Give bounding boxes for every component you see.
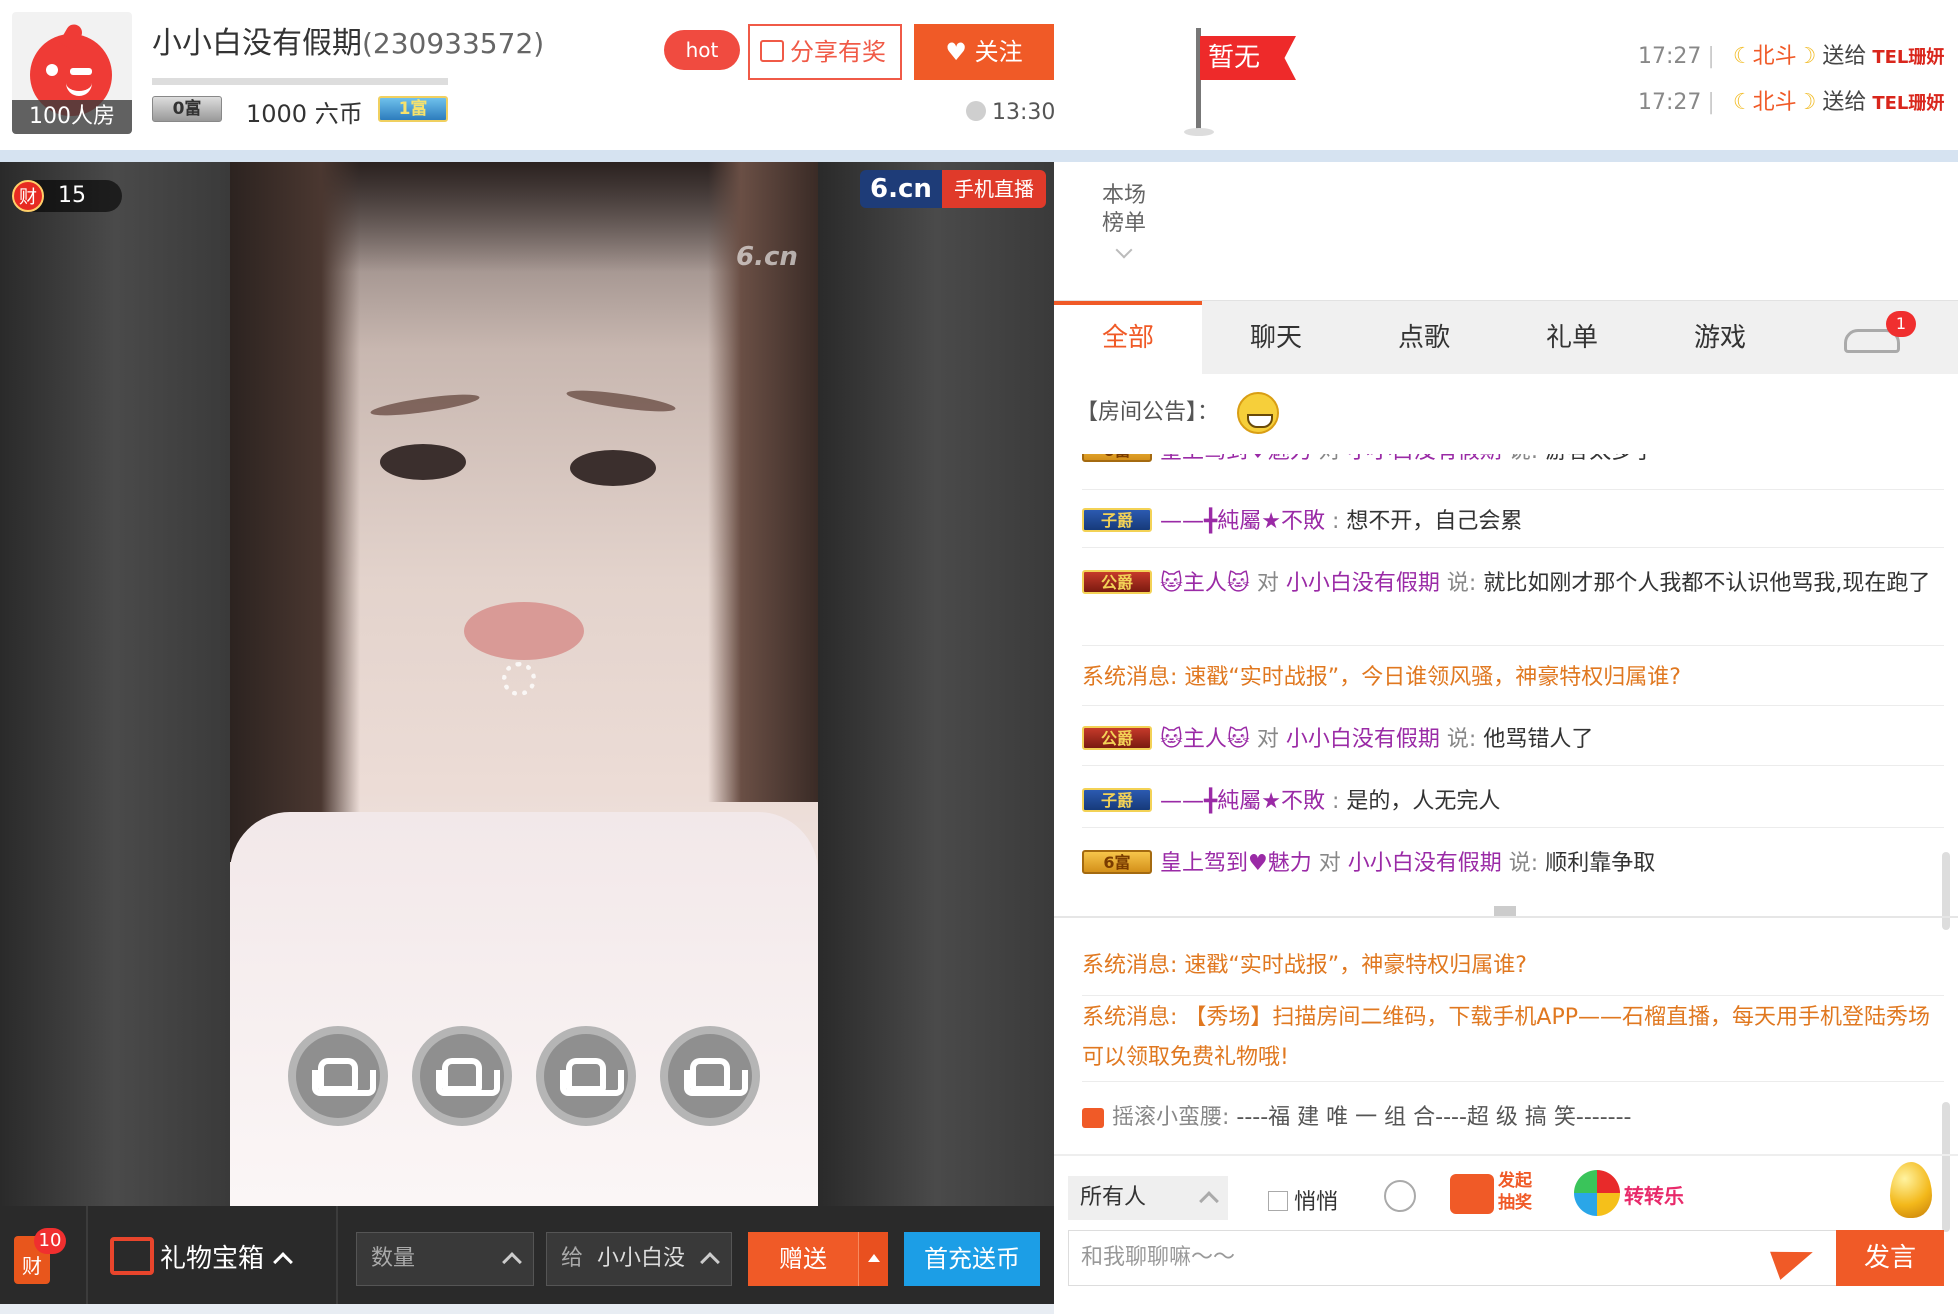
watermark: 6.cn	[736, 242, 798, 272]
tab-gifts[interactable]: 礼单	[1498, 301, 1646, 375]
emoji-icon[interactable]	[1384, 1180, 1416, 1212]
chat-message: 子爵 ——╋純屬★不敗 : 是的，人无完人	[1082, 778, 1944, 828]
coin-count: 1000 六币	[246, 100, 363, 128]
chevron-down-icon	[1115, 241, 1133, 259]
clock-icon	[966, 101, 986, 121]
golden-egg-icon[interactable]	[1890, 1162, 1932, 1218]
first-charge-button[interactable]: 首充送币	[904, 1232, 1040, 1286]
gift-broadcast-item: 17:27 | ☾北斗☽ 送给 TEL珊妍	[1638, 44, 1945, 69]
chevron-up-icon	[273, 1252, 293, 1272]
gift-box-button[interactable]: 礼物宝箱	[110, 1236, 293, 1279]
room-notice: 【房间公告】：	[1076, 392, 1280, 434]
moon-icon: ☾	[1732, 44, 1753, 69]
broadcast-message: 摇滚小蛮腰: ----福 建 唯 一 组 合----超 级 搞 笑-------	[1082, 1098, 1944, 1144]
system-message: 系统消息: 速戳“实时战报”，神豪特权归属谁?	[1082, 946, 1944, 996]
header-divider	[0, 150, 1958, 162]
share-icon	[760, 40, 784, 62]
moon-icon: ☾	[1732, 90, 1753, 115]
whisper-checkbox[interactable]: 悄悄	[1268, 1184, 1338, 1216]
speak-button[interactable]: 发言	[1836, 1230, 1944, 1286]
chevron-up-icon	[700, 1252, 720, 1272]
chat-message: 6富皇上驾到♥魅力 对 小小白没有假期 说: 游客太多了	[1082, 454, 1944, 490]
level-progress	[152, 78, 448, 85]
chat-scrollbar[interactable]	[1942, 852, 1950, 930]
follow-button[interactable]: ♥ 关注	[914, 24, 1054, 80]
tab-all[interactable]: 全部	[1054, 301, 1202, 375]
lottery-button[interactable]: 发起抽奖	[1450, 1170, 1550, 1220]
chat-message: 公爵 🐱主人🐱 对 小小白没有假期 说: 他骂错人了	[1082, 716, 1944, 766]
lottery-icon	[1450, 1174, 1494, 1214]
chevron-up-icon	[502, 1252, 522, 1272]
fortune-badge: 1富	[378, 96, 448, 122]
room-header: 100人房 小小白没有假期(230933572) 0富 1000 六币 1富 h…	[0, 0, 1958, 150]
tab-song[interactable]: 点歌	[1350, 301, 1498, 375]
chat-divider	[1054, 916, 1958, 918]
seat-icon[interactable]	[536, 1026, 636, 1126]
chat-message: 子爵 ——╋純屬★不敗 : 想不开，自己会累	[1082, 498, 1944, 548]
wealth-badge: 10	[34, 1228, 66, 1254]
room-id: (230933572)	[362, 27, 545, 60]
wealth-icon: 财	[12, 180, 44, 212]
tab-games[interactable]: 游戏	[1646, 301, 1794, 375]
send-gift-button[interactable]: 赠送	[748, 1232, 858, 1286]
chat-tabs: 全部 聊天 点歌 礼单 游戏 1	[1054, 300, 1958, 375]
tab-chat[interactable]: 聊天	[1202, 301, 1350, 375]
site-logo: 6.cn 手机直播	[860, 170, 1046, 208]
gift-icon	[110, 1236, 154, 1275]
seat-icon[interactable]	[660, 1026, 760, 1126]
room-size-label: 100人房	[12, 100, 132, 134]
paper-plane-icon[interactable]	[1774, 1244, 1814, 1274]
rank-badge: 0富	[152, 96, 222, 122]
system-message: 系统消息: 速戳“实时战报”，今日谁领风骚，神豪特权归属谁?	[1082, 656, 1944, 706]
chat-input[interactable]: 和我聊聊嘛～～	[1068, 1230, 1888, 1286]
collapse-handle[interactable]	[1494, 906, 1516, 916]
wealth-counter[interactable]: 财 15	[12, 180, 122, 212]
seat-icon[interactable]	[288, 1026, 388, 1126]
loading-spinner-icon	[502, 662, 536, 696]
gift-broadcast-item: 17:27 | ☾北斗☽ 送给 TEL珊妍	[1638, 90, 1945, 115]
seat-icon[interactable]	[412, 1026, 512, 1126]
hot-badge: hot	[664, 30, 740, 70]
chevron-up-icon	[1199, 1191, 1219, 1211]
room-name: 小小白没有假期	[152, 26, 362, 61]
room-title: 小小白没有假期(230933572)	[152, 18, 544, 62]
anchor-avatar[interactable]: 100人房	[12, 12, 132, 134]
megaphone-icon	[1082, 1108, 1104, 1128]
recipient-select[interactable]: 给 小小白没	[546, 1232, 732, 1286]
wheel-icon	[1574, 1170, 1620, 1216]
send-options-toggle[interactable]	[858, 1232, 888, 1286]
quantity-select[interactable]: 数量	[356, 1232, 534, 1286]
system-message: 系统消息: 【秀场】扫描房间二维码，下载手机APP——石榴直播，每天用手机登陆秀…	[1082, 998, 1944, 1082]
gift-toolbar: 财 10 礼物宝箱 数量 给 小小白没 赠送 首充送币	[0, 1206, 1054, 1304]
car-badge: 1	[1886, 311, 1916, 337]
rank-list-toggle[interactable]: 本场 榜单	[1094, 182, 1154, 259]
video-player[interactable]: 6.cn 6.cn 手机直播 财 15	[0, 162, 1054, 1206]
flag-icon[interactable]: 暂无	[1200, 36, 1296, 80]
wheel-game-button[interactable]: 转转乐	[1574, 1170, 1694, 1220]
live-duration: 13:30	[966, 100, 1055, 125]
share-button[interactable]: 分享有奖	[748, 24, 902, 80]
chat-message: 公爵 🐱主人🐱 对 小小白没有假期 说: 就比如刚才那个人我都不认识他骂我,现在跑…	[1082, 558, 1944, 646]
audience-select[interactable]: 所有人	[1068, 1176, 1228, 1220]
chat-tools: 所有人 悄悄 发起抽奖 转转乐	[1054, 1162, 1958, 1222]
grin-emoji-icon	[1237, 392, 1280, 434]
chat-panel: 本场 榜单 全部 聊天 点歌 礼单 游戏 1 【房间公告】： 6富皇上驾到♥魅力…	[1054, 162, 1958, 1314]
chat-message: 6富 皇上驾到♥魅力 对 小小白没有假期 说: 顺利靠争取	[1082, 840, 1944, 890]
